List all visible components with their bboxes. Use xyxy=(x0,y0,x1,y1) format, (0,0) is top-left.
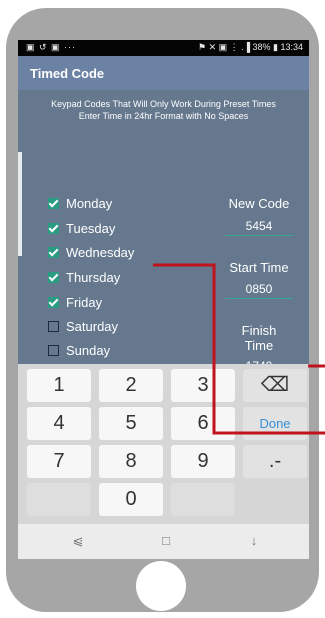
checkbox-checked-icon xyxy=(48,198,59,209)
checkbox-checked-icon xyxy=(48,223,59,234)
day-label: Wednesday xyxy=(66,245,135,260)
numeric-keypad: 1 2 3 ⌫ 4 5 6 Done 7 8 9 .- 0 xyxy=(18,364,309,524)
backspace-icon: ⌫ xyxy=(260,374,290,396)
key-5[interactable]: 5 xyxy=(99,407,163,440)
day-label: Friday xyxy=(66,295,103,310)
key-4[interactable]: 4 xyxy=(27,407,91,440)
checkbox-checked-icon xyxy=(48,247,59,258)
new-code-label: New Code xyxy=(228,196,290,211)
instructions-line-1: Keypad Codes That Will Only Work During … xyxy=(51,99,276,109)
back-icon[interactable]: ↓ xyxy=(244,533,264,548)
key-0[interactable]: 0 xyxy=(99,483,163,516)
key-3[interactable]: 3 xyxy=(171,369,235,402)
key-1[interactable]: 1 xyxy=(27,369,91,402)
day-label: Sunday xyxy=(66,343,111,358)
page-title: Timed Code xyxy=(30,66,105,81)
finish-time-label-line-2: Time xyxy=(244,338,274,353)
day-label: Saturday xyxy=(66,319,119,334)
checkbox-checked-icon xyxy=(48,272,59,283)
start-time-input[interactable]: 0850 xyxy=(227,281,291,297)
blank-key-left xyxy=(27,483,91,516)
day-label: Monday xyxy=(66,196,113,211)
done-key[interactable]: Done xyxy=(243,407,307,440)
home-nav-icon[interactable]: □ xyxy=(156,533,176,548)
start-time-label: Start Time xyxy=(229,260,289,275)
status-right-info: ⚑ ✕ ▣ ⋮ .▐ 38% ▮ 13:34 xyxy=(198,42,303,52)
instructions: Keypad Codes That Will Only Work During … xyxy=(18,98,309,122)
app-title-bar: Timed Code xyxy=(18,56,309,90)
key-7[interactable]: 7 xyxy=(27,445,91,478)
key-9[interactable]: 9 xyxy=(171,445,235,478)
recent-apps-icon[interactable]: ⩿ xyxy=(68,533,88,549)
timed-code-form: Keypad Codes That Will Only Work During … xyxy=(18,90,309,377)
scroll-indicator xyxy=(18,152,22,256)
android-nav-bar: ⩿ □ ↓ xyxy=(18,524,309,559)
checkbox-unchecked-icon xyxy=(48,321,59,332)
checkbox-checked-icon xyxy=(48,297,59,308)
finish-time-label-line-1: Finish xyxy=(241,323,277,338)
blank-key-right xyxy=(171,483,235,516)
key-2[interactable]: 2 xyxy=(99,369,163,402)
finish-time-label: Finish Time xyxy=(214,323,304,353)
status-left-icons: ▣ ↺ ▣ ··· xyxy=(26,42,77,52)
instructions-line-2: Enter Time in 24hr Format with No Spaces xyxy=(78,111,249,121)
checkbox-unchecked-icon xyxy=(48,345,59,356)
key-6[interactable]: 6 xyxy=(171,407,235,440)
day-label: Tuesday xyxy=(66,221,116,236)
status-bar: ▣ ↺ ▣ ··· ⚑ ✕ ▣ ⋮ .▐ 38% ▮ 13:34 xyxy=(18,40,309,56)
phone-home-button[interactable] xyxy=(136,561,186,611)
new-code-input[interactable]: 5454 xyxy=(227,218,291,234)
start-time-underline xyxy=(225,298,293,299)
backspace-key[interactable]: ⌫ xyxy=(243,369,307,402)
phone-screen: ▣ ↺ ▣ ··· ⚑ ✕ ▣ ⋮ .▐ 38% ▮ 13:34 Timed C… xyxy=(18,40,309,559)
day-label: Thursday xyxy=(66,270,121,285)
new-code-underline xyxy=(225,235,293,236)
key-8[interactable]: 8 xyxy=(99,445,163,478)
punctuation-key[interactable]: .- xyxy=(243,445,307,478)
